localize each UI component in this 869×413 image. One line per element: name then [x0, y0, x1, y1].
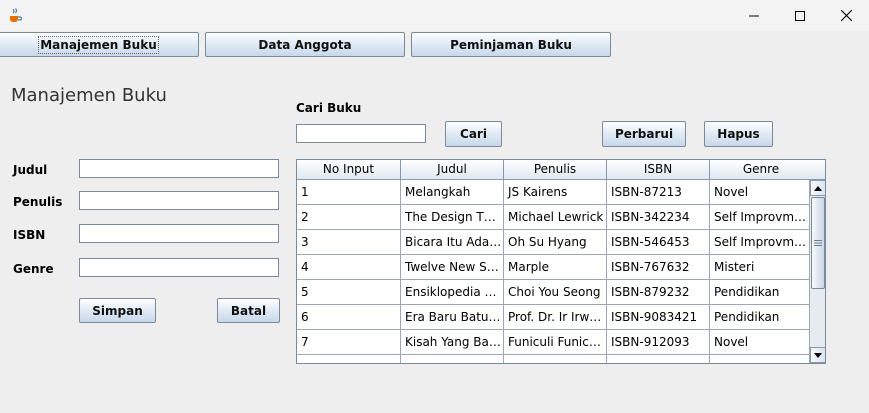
- table-row[interactable]: 4 Twelve New Sto... Marple ISBN-767632 M…: [297, 255, 813, 280]
- table-cell[interactable]: 3: [297, 230, 401, 255]
- table-cell[interactable]: Novel: [710, 180, 813, 205]
- table-cell[interactable]: The Design Thi...: [401, 205, 504, 230]
- table-cell[interactable]: Ensiklopedia A...: [401, 280, 504, 305]
- table-row[interactable]: 5 Ensiklopedia A... Choi You Seong ISBN-…: [297, 280, 813, 305]
- perbarui-label: Perbarui: [614, 127, 674, 141]
- table-row[interactable]: [297, 355, 813, 363]
- table-cell[interactable]: 1: [297, 180, 401, 205]
- java-coffee-cup-icon: [7, 7, 23, 23]
- batal-label: Batal: [230, 303, 267, 318]
- simpan-button[interactable]: Simpan: [79, 298, 156, 323]
- table-row[interactable]: 1 Melangkah JS Kairens ISBN-87213 Novel: [297, 180, 813, 205]
- table-cell[interactable]: JS Kairens: [504, 180, 607, 205]
- table-cell[interactable]: ISBN-879232: [607, 280, 710, 305]
- penulis-label: Penulis: [13, 195, 63, 209]
- table-cell[interactable]: [607, 355, 710, 363]
- table-cell[interactable]: Michael Lewrick: [504, 205, 607, 230]
- column-header-isbn[interactable]: ISBN: [607, 160, 710, 180]
- maximize-icon: [795, 10, 805, 21]
- table-body: 1 Melangkah JS Kairens ISBN-87213 Novel …: [297, 180, 813, 363]
- table-cell[interactable]: Bicara Itu Ada S...: [401, 230, 504, 255]
- table-cell[interactable]: Misteri: [710, 255, 813, 280]
- scroll-up-button[interactable]: [810, 180, 825, 196]
- column-header-judul[interactable]: Judul: [401, 160, 504, 180]
- nav-manajemen-buku-button[interactable]: Manajemen Buku: [0, 32, 199, 57]
- judul-field[interactable]: [79, 159, 279, 178]
- nav-data-anggota-label: Data Anggota: [258, 37, 352, 52]
- table-cell[interactable]: Self Improvment: [710, 230, 813, 255]
- simpan-label: Simpan: [92, 303, 143, 318]
- table-cell[interactable]: Marple: [504, 255, 607, 280]
- table-cell[interactable]: ISBN-546453: [607, 230, 710, 255]
- hapus-label: Hapus: [717, 127, 760, 141]
- table-row[interactable]: 7 Kisah Yang Bar... Funiculi Funicula IS…: [297, 330, 813, 355]
- table-cell[interactable]: ISBN-87213: [607, 180, 710, 205]
- search-input[interactable]: [296, 124, 426, 143]
- table-cell[interactable]: 4: [297, 255, 401, 280]
- column-header-no-input[interactable]: No Input: [297, 160, 401, 180]
- grip-lines-icon: [814, 240, 822, 246]
- table-cell[interactable]: Self Improvment: [710, 205, 813, 230]
- nav-peminjaman-buku-button[interactable]: Peminjaman Buku: [411, 32, 611, 57]
- table-cell[interactable]: [710, 355, 813, 363]
- table-cell[interactable]: [401, 355, 504, 363]
- cari-label: Cari: [460, 127, 487, 141]
- cari-buku-label: Cari Buku: [296, 101, 362, 115]
- table-row[interactable]: 3 Bicara Itu Ada S... Oh Su Hyang ISBN-5…: [297, 230, 813, 255]
- nav-data-anggota-button[interactable]: Data Anggota: [205, 32, 405, 57]
- table-cell[interactable]: [297, 355, 401, 363]
- table-cell[interactable]: Twelve New Sto...: [401, 255, 504, 280]
- table-cell[interactable]: ISBN-342234: [607, 205, 710, 230]
- isbn-field[interactable]: [79, 224, 279, 243]
- table-row[interactable]: 2 The Design Thi... Michael Lewrick ISBN…: [297, 205, 813, 230]
- table-cell[interactable]: ISBN-912093: [607, 330, 710, 355]
- maximize-button[interactable]: [777, 0, 823, 31]
- table-cell[interactable]: 6: [297, 305, 401, 330]
- triangle-up-icon: [814, 185, 822, 191]
- books-table[interactable]: No Input Judul Penulis ISBN Genre 1 Mela…: [296, 159, 826, 364]
- table-vertical-scrollbar[interactable]: [809, 180, 825, 363]
- minimize-icon: [749, 15, 759, 16]
- close-icon: [840, 10, 852, 21]
- table-cell[interactable]: [504, 355, 607, 363]
- table-cell[interactable]: Funiculi Funicula: [504, 330, 607, 355]
- table-cell[interactable]: Pendidikan: [710, 280, 813, 305]
- table-cell[interactable]: Prof. Dr. Ir Irwa...: [504, 305, 607, 330]
- judul-label: Judul: [13, 163, 48, 177]
- penulis-field[interactable]: [79, 191, 279, 210]
- page-title: Manajemen Buku: [11, 85, 167, 106]
- nav-peminjaman-buku-label: Peminjaman Buku: [450, 37, 572, 52]
- table-cell[interactable]: 5: [297, 280, 401, 305]
- cari-button[interactable]: Cari: [445, 121, 502, 147]
- scroll-down-button[interactable]: [810, 347, 825, 363]
- column-header-genre[interactable]: Genre: [710, 160, 813, 180]
- minimize-button[interactable]: [731, 0, 777, 31]
- table-cell[interactable]: Era Baru Batub...: [401, 305, 504, 330]
- batal-button[interactable]: Batal: [217, 298, 280, 323]
- genre-label: Genre: [13, 262, 54, 276]
- table-cell[interactable]: 2: [297, 205, 401, 230]
- table-cell[interactable]: ISBN-9083421: [607, 305, 710, 330]
- table-cell[interactable]: Novel: [710, 330, 813, 355]
- nav-manajemen-buku-label: Manajemen Buku: [38, 35, 159, 54]
- table-cell[interactable]: Choi You Seong: [504, 280, 607, 305]
- table-cell[interactable]: 7: [297, 330, 401, 355]
- table-cell[interactable]: Kisah Yang Bar...: [401, 330, 504, 355]
- table-header: No Input Judul Penulis ISBN Genre: [297, 160, 813, 180]
- table-cell[interactable]: Pendidikan: [710, 305, 813, 330]
- hapus-button[interactable]: Hapus: [704, 121, 773, 147]
- column-header-penulis[interactable]: Penulis: [504, 160, 607, 180]
- table-row[interactable]: 6 Era Baru Batub... Prof. Dr. Ir Irwa...…: [297, 305, 813, 330]
- triangle-down-icon: [814, 352, 822, 358]
- table-header-corner: [809, 160, 825, 180]
- table-cell[interactable]: Oh Su Hyang: [504, 230, 607, 255]
- table-cell[interactable]: ISBN-767632: [607, 255, 710, 280]
- perbarui-button[interactable]: Perbarui: [602, 121, 686, 147]
- scroll-thumb[interactable]: [811, 197, 825, 289]
- close-button[interactable]: [823, 0, 869, 31]
- genre-field[interactable]: [79, 258, 279, 277]
- table-cell[interactable]: Melangkah: [401, 180, 504, 205]
- window-titlebar: [0, 0, 869, 31]
- isbn-label: ISBN: [13, 228, 46, 242]
